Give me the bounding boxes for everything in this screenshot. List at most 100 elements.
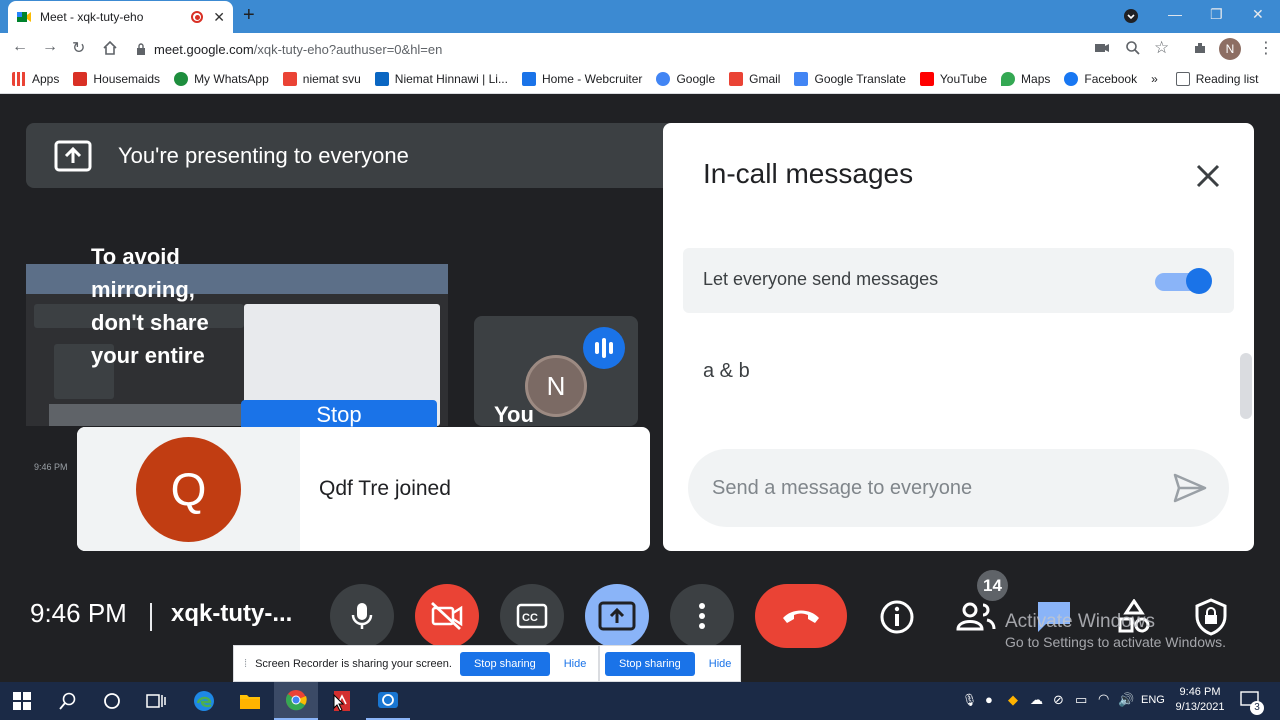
chrome-menu-icon[interactable]: ⋮ bbox=[1258, 38, 1274, 58]
extensions-icon[interactable] bbox=[1192, 40, 1208, 56]
security-tray-icon[interactable]: ◆ bbox=[1008, 692, 1018, 708]
gmail-icon bbox=[282, 71, 297, 86]
lock-icon bbox=[137, 43, 145, 55]
send-messages-toggle[interactable] bbox=[1155, 268, 1215, 294]
forward-icon[interactable]: → bbox=[42, 38, 58, 56]
bookmark-housemaids[interactable]: Housemaids bbox=[73, 71, 160, 86]
taskbar-time: 9:46 PM bbox=[1179, 686, 1221, 698]
recording-icon bbox=[191, 11, 204, 23]
chat-message: a & b bbox=[703, 360, 750, 382]
edge-icon bbox=[194, 691, 214, 711]
browser-tab[interactable]: Meet - xqk-tuty-eho ✕ bbox=[8, 1, 233, 33]
bookmarks-overflow-button[interactable]: » bbox=[1151, 72, 1158, 86]
search-icon bbox=[59, 692, 76, 710]
host-controls-icon[interactable] bbox=[1193, 598, 1229, 636]
screen-share-notice: Screen Recorder is sharing your screen. bbox=[255, 657, 452, 670]
bookmark-facebook[interactable]: Facebook bbox=[1064, 71, 1137, 86]
google-icon bbox=[656, 71, 671, 86]
message-input[interactable] bbox=[712, 473, 1152, 503]
self-avatar: N bbox=[525, 355, 587, 417]
erp-icon bbox=[73, 71, 88, 86]
taskbar-file-explorer[interactable] bbox=[228, 682, 272, 720]
back-icon[interactable]: ← bbox=[12, 38, 28, 56]
taskbar-clock[interactable]: 9:46 PM 9/13/2021 bbox=[1170, 685, 1230, 715]
profile-avatar[interactable]: N bbox=[1219, 38, 1241, 60]
facebook-icon bbox=[1064, 71, 1079, 86]
present-now-button[interactable] bbox=[585, 584, 649, 648]
present-screen-icon bbox=[54, 140, 92, 171]
reading-list-button[interactable]: Reading list bbox=[1175, 71, 1258, 86]
stop-presenting-button[interactable]: Stop bbox=[241, 400, 437, 430]
task-view-button[interactable] bbox=[134, 682, 178, 720]
activate-windows-subtitle: Go to Settings to activate Windows. bbox=[1005, 634, 1226, 650]
taskbar-edge[interactable] bbox=[182, 682, 226, 720]
cortana-button[interactable] bbox=[90, 682, 134, 720]
window-close-icon[interactable]: ✕ bbox=[1252, 6, 1264, 23]
captions-button[interactable]: CC bbox=[500, 584, 564, 648]
meeting-code: xqk-tuty-... bbox=[171, 600, 293, 627]
windows-taskbar bbox=[0, 682, 1280, 720]
home-icon[interactable] bbox=[102, 40, 118, 56]
wifi-icon[interactable]: ◠ bbox=[1098, 691, 1109, 707]
start-button[interactable] bbox=[0, 682, 44, 720]
bookmark-maps[interactable]: Maps bbox=[1001, 71, 1050, 86]
language-indicator[interactable]: ENG bbox=[1141, 694, 1165, 706]
bookmark-gmail[interactable]: Gmail bbox=[729, 71, 780, 86]
preview-clock: 9:46 PM bbox=[34, 462, 68, 472]
reload-icon[interactable]: ↻ bbox=[72, 38, 85, 58]
chat-scrollbar[interactable] bbox=[1240, 353, 1252, 419]
gmail-icon bbox=[729, 71, 744, 86]
bookmark-webcruiter[interactable]: Home - Webcruiter bbox=[521, 71, 642, 86]
hide-button[interactable]: Hide bbox=[564, 658, 587, 670]
send-icon[interactable] bbox=[1172, 472, 1208, 504]
zoom-icon[interactable] bbox=[1125, 40, 1141, 56]
bookmark-google[interactable]: Google bbox=[656, 71, 715, 86]
stop-sharing-button[interactable]: Stop sharing bbox=[459, 651, 550, 676]
address-bar[interactable]: meet.google.com/xqk-tuty-eho?authuser=0&… bbox=[136, 37, 1150, 61]
tab-search-icon[interactable] bbox=[1123, 8, 1139, 24]
tab-title: Meet - xqk-tuty-eho bbox=[40, 10, 144, 24]
bookmark-youtube[interactable]: YouTube bbox=[919, 71, 987, 86]
windows-logo-icon bbox=[13, 692, 31, 710]
new-tab-button[interactable]: + bbox=[243, 5, 255, 25]
participant-count-badge: 14 bbox=[977, 570, 1008, 601]
meeting-details-icon[interactable] bbox=[879, 599, 915, 635]
battery-icon[interactable]: ▭ bbox=[1075, 692, 1087, 708]
microphone-button[interactable] bbox=[330, 584, 394, 648]
present-screen-icon bbox=[598, 601, 636, 631]
url-host: meet.google.com bbox=[154, 41, 254, 57]
divider bbox=[150, 603, 152, 631]
microphone-icon bbox=[351, 603, 373, 629]
mic-tray-icon[interactable]: 🎙 bbox=[962, 693, 977, 707]
folder-icon bbox=[240, 695, 260, 709]
bookmark-star-icon[interactable]: ☆ bbox=[1154, 38, 1169, 58]
stop-sharing-button[interactable]: Stop sharing bbox=[605, 651, 695, 676]
volume-icon[interactable]: 🔊 bbox=[1118, 692, 1134, 708]
more-vert-icon bbox=[699, 603, 705, 629]
taskbar-screen-recorder[interactable] bbox=[366, 682, 410, 720]
camera-icon[interactable] bbox=[1094, 42, 1110, 54]
minimize-icon[interactable]: — bbox=[1168, 6, 1182, 22]
maximize-icon[interactable]: ❐ bbox=[1210, 6, 1223, 23]
tab-close-icon[interactable]: ✕ bbox=[213, 9, 225, 26]
drag-handle-icon[interactable]: ⁞ bbox=[244, 658, 247, 670]
camera-off-button[interactable] bbox=[415, 584, 479, 648]
taskbar-chrome[interactable] bbox=[274, 682, 318, 720]
more-options-button[interactable] bbox=[670, 584, 734, 648]
participant-avatar: Q bbox=[136, 437, 241, 542]
leave-call-button[interactable] bbox=[755, 584, 847, 648]
cloud-icon[interactable]: ☁ bbox=[1030, 692, 1043, 708]
close-icon[interactable] bbox=[1192, 160, 1224, 192]
people-icon[interactable] bbox=[955, 601, 997, 631]
message-input-container bbox=[688, 449, 1229, 527]
bookmark-linkedin[interactable]: Niemat Hinnawi | Li... bbox=[374, 71, 508, 86]
search-button[interactable] bbox=[46, 682, 90, 720]
bookmark-whatsapp[interactable]: My WhatsApp bbox=[174, 71, 269, 86]
bookmark-google-translate[interactable]: Google Translate bbox=[794, 71, 906, 86]
hide-button[interactable]: Hide bbox=[709, 658, 732, 670]
microphone-icon[interactable]: ● bbox=[985, 692, 993, 707]
svg-text:CC: CC bbox=[522, 612, 538, 624]
network-off-icon[interactable]: ⊘ bbox=[1053, 692, 1064, 708]
bookmark-niemat-svu[interactable]: niemat svu bbox=[282, 71, 361, 86]
bookmark-apps[interactable]: Apps bbox=[12, 71, 59, 86]
